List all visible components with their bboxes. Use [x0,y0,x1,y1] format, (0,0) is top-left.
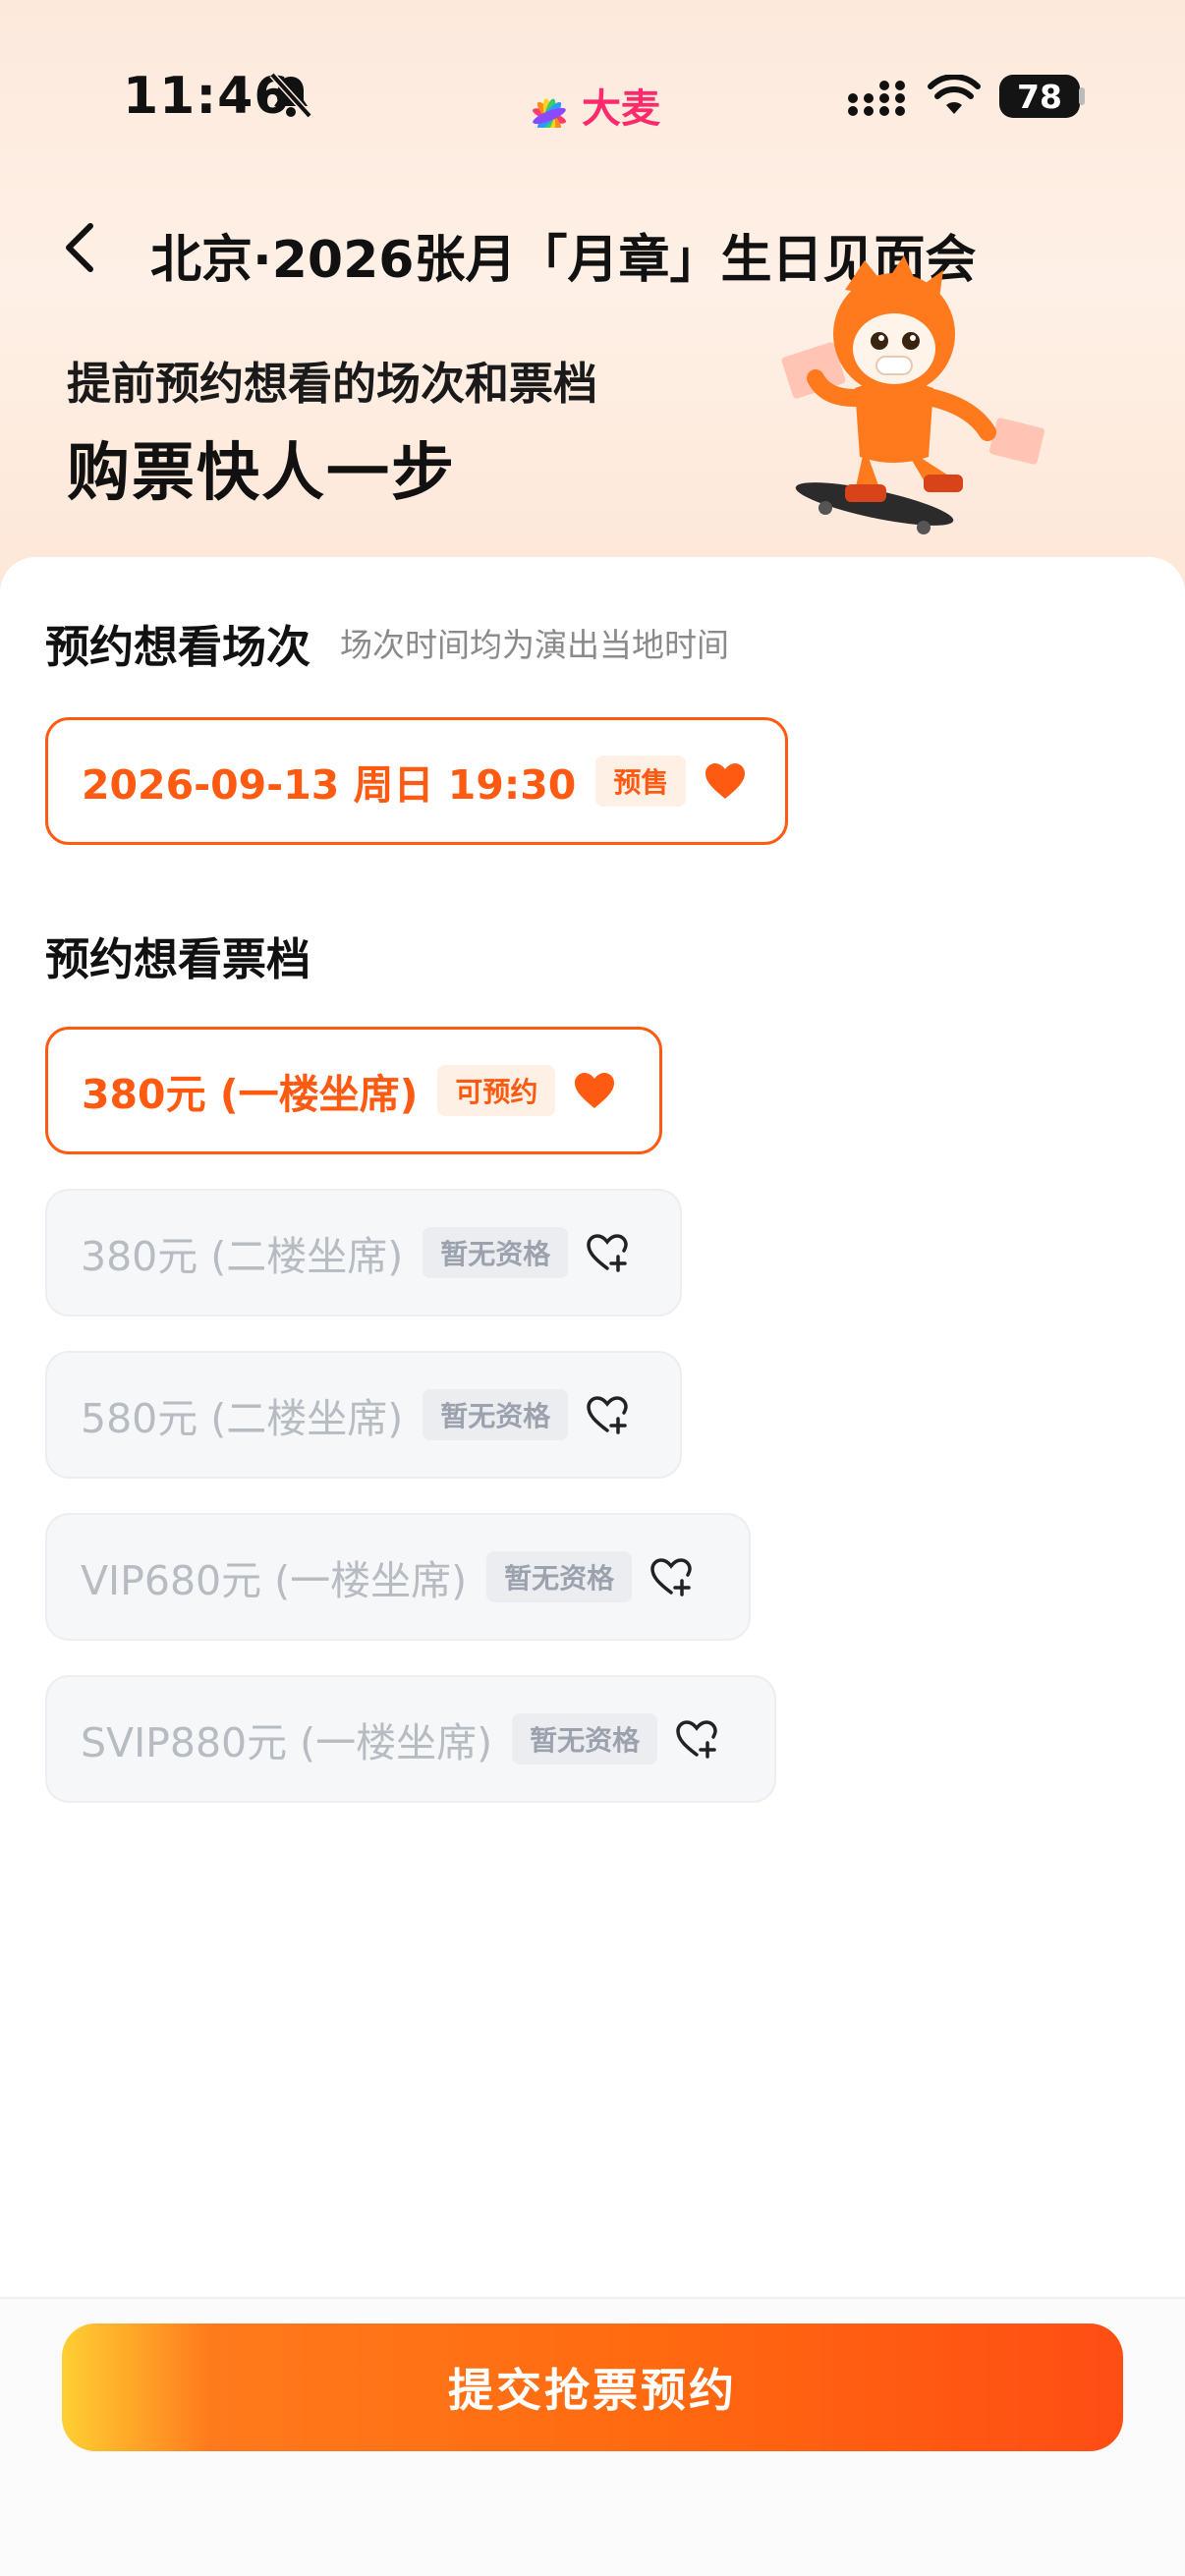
ticket-option-380-floor1[interactable]: 380元 (一楼坐席) 可预约 [45,1027,662,1154]
back-chevron-icon[interactable] [59,218,102,277]
ticket-option-svip880[interactable]: SVIP880元 (一楼坐席) 暂无资格 [45,1675,776,1803]
unavailable-badge: 暂无资格 [423,1389,569,1440]
ticket-section-title: 预约想看票档 [45,933,311,985]
promo-subtitle: 提前预约想看的场次和票档 [67,358,598,410]
ticket-option-380-floor2[interactable]: 380元 (二楼坐席) 暂无资格 [45,1189,682,1316]
submit-reservation-button[interactable]: 提交抢票预约 [62,2324,1123,2451]
bell-slash-icon [269,72,312,119]
battery-tip [1079,87,1085,105]
status-time: 11:46 [123,67,291,126]
battery-indicator: 78 [999,75,1080,118]
heart-filled-icon[interactable] [573,1071,616,1110]
unavailable-badge: 暂无资格 [512,1713,658,1764]
damai-logo-icon [532,98,567,128]
presale-badge: 预售 [595,756,687,807]
session-label: 2026-09-13 周日 19:30 [82,761,577,809]
ticket-label: VIP680元 (一楼坐席) [81,1557,468,1604]
session-section-hint: 场次时间均为演出当地时间 [340,626,729,664]
heart-plus-icon[interactable] [649,1557,693,1596]
ticket-label: 380元 (二楼坐席) [81,1233,404,1280]
brand-name: 大麦 [582,86,660,132]
mascot-illustration [781,255,1045,534]
session-option[interactable]: 2026-09-13 周日 19:30 预售 [45,717,788,845]
signal-icon [848,81,905,116]
heart-plus-icon[interactable] [675,1719,718,1759]
heart-plus-icon[interactable] [586,1233,629,1272]
ticket-label: 580元 (二楼坐席) [81,1395,404,1442]
unavailable-badge: 暂无资格 [423,1227,569,1278]
heart-filled-icon[interactable] [704,761,747,801]
ticket-option-vip680[interactable]: VIP680元 (一楼坐席) 暂无资格 [45,1513,751,1641]
promo-headline: 购票快人一步 [67,437,456,510]
available-badge: 可预约 [437,1065,556,1116]
ticket-option-580-floor2[interactable]: 580元 (二楼坐席) 暂无资格 [45,1351,682,1479]
ticket-label: 380元 (一楼坐席) [82,1071,419,1118]
ticket-label: SVIP880元 (一楼坐席) [81,1719,493,1766]
session-section-title: 预约想看场次 [45,621,311,673]
app-brand: 大麦 [525,77,660,134]
wifi-icon [928,75,981,114]
heart-plus-icon[interactable] [586,1395,629,1434]
unavailable-badge: 暂无资格 [486,1551,633,1602]
